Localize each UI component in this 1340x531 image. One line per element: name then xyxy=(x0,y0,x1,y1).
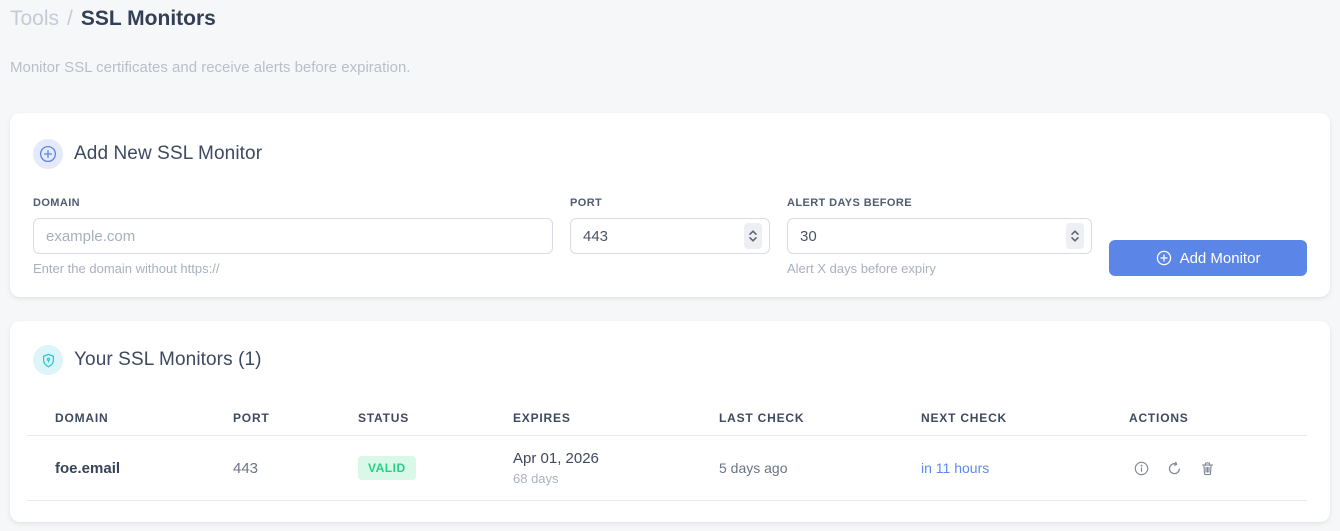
domain-field-group: DOMAIN Enter the domain without https:// xyxy=(33,197,553,276)
monitors-header: Your SSL Monitors (1) xyxy=(33,345,262,375)
expires-date: Apr 01, 2026 xyxy=(513,450,599,467)
monitors-title: Your SSL Monitors (1) xyxy=(74,349,262,370)
chevron-up-down-icon xyxy=(1071,230,1079,242)
shield-icon xyxy=(33,345,63,375)
port-number-input xyxy=(570,218,770,254)
monitor-status-cell: VALID xyxy=(330,456,485,480)
plus-circle-icon xyxy=(33,139,63,169)
monitor-port: 443 xyxy=(233,459,259,477)
breadcrumb: Tools / SSL Monitors xyxy=(10,5,216,33)
info-button[interactable] xyxy=(1133,460,1149,476)
monitors-table: DOMAIN PORT STATUS EXPIRES LAST CHECK NE… xyxy=(27,401,1307,501)
breadcrumb-current: SSL Monitors xyxy=(80,7,216,30)
page-subtitle: Monitor SSL certificates and receive ale… xyxy=(10,59,411,76)
add-monitor-form: DOMAIN Enter the domain without https://… xyxy=(33,197,1307,276)
column-header-last-check: LAST CHECK xyxy=(719,411,805,425)
column-header-domain: DOMAIN xyxy=(55,411,109,425)
port-spinner[interactable] xyxy=(744,223,762,249)
chevron-up-down-icon xyxy=(749,230,757,242)
column-header-actions: ACTIONS xyxy=(1129,411,1189,425)
plus-circle-icon xyxy=(1156,250,1171,266)
delete-button[interactable] xyxy=(1199,460,1215,476)
status-badge: VALID xyxy=(358,456,416,480)
add-monitor-card: Add New SSL Monitor DOMAIN Enter the dom… xyxy=(10,113,1330,297)
table-row: foe.email 443 VALID Apr 01, 2026 68 days… xyxy=(27,436,1307,501)
port-input[interactable] xyxy=(570,218,770,254)
breadcrumb-tools[interactable]: Tools xyxy=(10,5,59,33)
refresh-icon xyxy=(1168,461,1180,474)
expires-days-remaining: 68 days xyxy=(513,471,559,486)
alert-days-number-input xyxy=(787,218,1092,254)
add-monitor-button-label: Add Monitor xyxy=(1179,249,1261,267)
column-header-expires: EXPIRES xyxy=(513,411,571,425)
column-header-next-check: NEXT CHECK xyxy=(921,411,1008,425)
trash-icon xyxy=(1201,461,1213,475)
column-header-port: PORT xyxy=(233,411,270,425)
port-label: PORT xyxy=(570,197,603,209)
monitors-card: Your SSL Monitors (1) DOMAIN PORT STATUS… xyxy=(10,321,1330,522)
info-icon xyxy=(1134,461,1148,475)
breadcrumb-separator: / xyxy=(67,7,73,30)
alert-days-spinner[interactable] xyxy=(1066,223,1084,249)
alert-days-label: ALERT DAYS BEFORE xyxy=(787,197,912,209)
domain-input[interactable] xyxy=(33,218,553,254)
ssl-monitors-page: Tools / SSL Monitors Monitor SSL certifi… xyxy=(0,0,1340,531)
domain-label: DOMAIN xyxy=(33,197,81,209)
monitor-actions-cell xyxy=(1101,460,1307,476)
monitor-next-check: in 11 hours xyxy=(921,460,990,476)
refresh-button[interactable] xyxy=(1166,460,1182,476)
add-monitor-button[interactable]: Add Monitor xyxy=(1109,240,1307,276)
monitor-domain: foe.email xyxy=(55,459,121,477)
port-field-group: PORT xyxy=(570,197,770,254)
table-header-row: DOMAIN PORT STATUS EXPIRES LAST CHECK NE… xyxy=(27,401,1307,436)
alert-days-helper-text: Alert X days before expiry xyxy=(787,261,936,276)
add-monitor-title: Add New SSL Monitor xyxy=(74,143,263,164)
add-monitor-header: Add New SSL Monitor xyxy=(33,139,262,169)
alert-days-field-group: ALERT DAYS BEFORE Alert X days before ex… xyxy=(787,197,1092,276)
domain-helper-text: Enter the domain without https:// xyxy=(33,261,220,276)
alert-days-input[interactable] xyxy=(787,218,1092,254)
monitor-expires-cell: Apr 01, 2026 68 days xyxy=(485,450,691,486)
monitor-last-check: 5 days ago xyxy=(719,460,788,476)
column-header-status: STATUS xyxy=(358,411,410,425)
